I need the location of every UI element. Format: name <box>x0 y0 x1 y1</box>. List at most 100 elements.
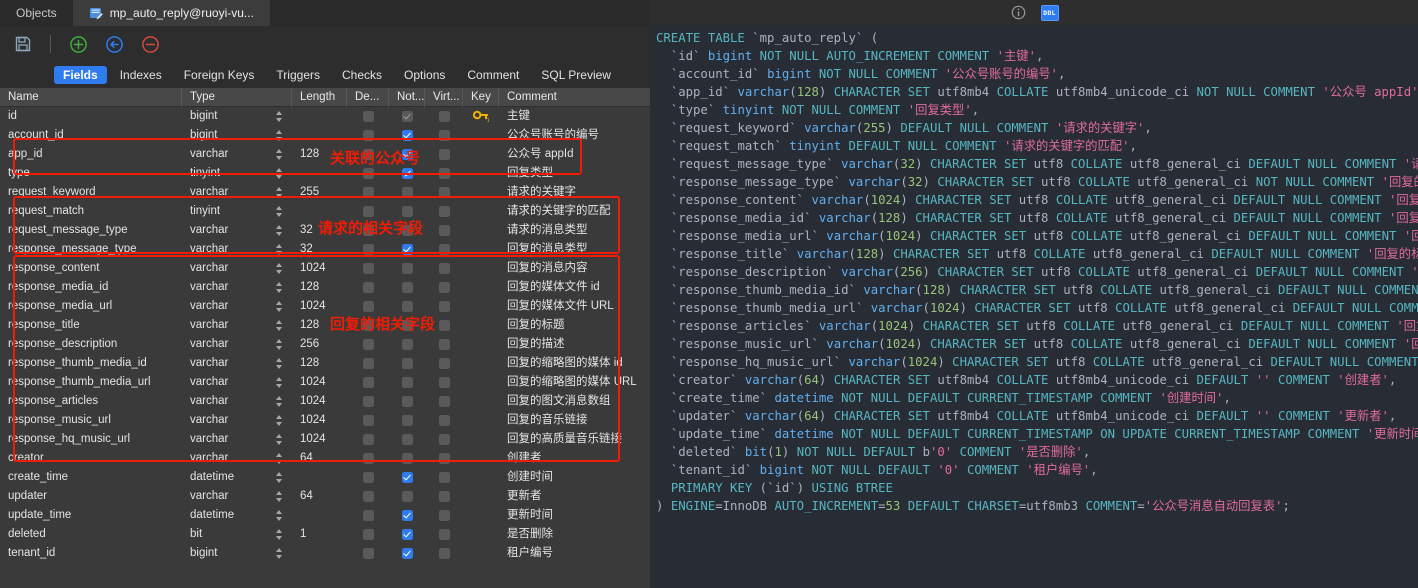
type-spinner-icon[interactable] <box>267 506 292 525</box>
table-row[interactable]: deletedbit1是否删除 <box>0 525 650 544</box>
field-virtual-checkbox[interactable] <box>439 282 450 293</box>
delete-field-button[interactable] <box>139 33 161 55</box>
table-row[interactable]: creatorvarchar64创建者 <box>0 449 650 468</box>
spinner-arrows-icon[interactable] <box>276 357 283 370</box>
field-type-cell[interactable]: varchar <box>182 335 267 354</box>
field-comment-cell[interactable]: 更新时间 <box>499 506 650 525</box>
type-spinner-icon[interactable] <box>267 297 292 316</box>
field-comment-cell[interactable]: 请求的关键字的匹配 <box>499 202 650 221</box>
field-key-cell[interactable] <box>463 259 499 278</box>
field-name-cell[interactable]: response_music_url <box>0 411 182 430</box>
sql-code-block[interactable]: CREATE TABLE `mp_auto_reply` ( `id` bigi… <box>650 25 1418 588</box>
spinner-arrows-icon[interactable] <box>276 186 283 199</box>
field-key-cell[interactable] <box>463 373 499 392</box>
field-type-cell[interactable]: varchar <box>182 183 267 202</box>
spinner-arrows-icon[interactable] <box>276 338 283 351</box>
field-decimals[interactable] <box>347 506 389 525</box>
field-virtual[interactable] <box>425 335 463 354</box>
field-type-cell[interactable]: bigint <box>182 544 267 563</box>
subtab-sql-preview[interactable]: SQL Preview <box>532 66 620 84</box>
field-decimals-checkbox[interactable] <box>363 529 374 540</box>
field-name-cell[interactable]: app_id <box>0 145 182 164</box>
field-virtual-checkbox[interactable] <box>439 377 450 388</box>
field-virtual[interactable] <box>425 297 463 316</box>
table-row[interactable]: response_hq_music_urlvarchar1024回复的高质量音乐… <box>0 430 650 449</box>
field-type-cell[interactable]: varchar <box>182 297 267 316</box>
field-key-cell[interactable] <box>463 468 499 487</box>
field-key-cell[interactable] <box>463 392 499 411</box>
type-spinner-icon[interactable] <box>267 316 292 335</box>
field-type-cell[interactable]: bigint <box>182 126 267 145</box>
field-decimals-checkbox[interactable] <box>363 282 374 293</box>
field-virtual[interactable] <box>425 487 463 506</box>
spinner-arrows-icon[interactable] <box>276 281 283 294</box>
field-notnull[interactable] <box>389 354 425 373</box>
field-comment-cell[interactable]: 回复的图文消息数组 <box>499 392 650 411</box>
field-virtual-checkbox[interactable] <box>439 225 450 236</box>
field-virtual-checkbox[interactable] <box>439 301 450 312</box>
field-virtual-checkbox[interactable] <box>439 130 450 141</box>
info-icon[interactable] <box>1010 4 1027 21</box>
table-row[interactable]: response_titlevarchar128回复的标题 <box>0 316 650 335</box>
field-decimals-checkbox[interactable] <box>363 225 374 236</box>
field-virtual-checkbox[interactable] <box>439 548 450 559</box>
field-virtual-checkbox[interactable] <box>439 168 450 179</box>
field-virtual-checkbox[interactable] <box>439 149 450 160</box>
field-key-cell[interactable] <box>463 430 499 449</box>
table-row[interactable]: response_contentvarchar1024回复的消息内容 <box>0 259 650 278</box>
type-spinner-icon[interactable] <box>267 221 292 240</box>
tab-mp-auto-reply[interactable]: mp_auto_reply@ruoyi-vu... <box>73 0 270 26</box>
type-spinner-icon[interactable] <box>267 544 292 563</box>
field-notnull-checkbox[interactable] <box>402 358 413 369</box>
field-name-cell[interactable]: request_message_type <box>0 221 182 240</box>
field-name-cell[interactable]: updater <box>0 487 182 506</box>
spinner-arrows-icon[interactable] <box>276 262 283 275</box>
field-notnull[interactable] <box>389 487 425 506</box>
field-virtual-checkbox[interactable] <box>439 510 450 521</box>
field-comment-cell[interactable]: 回复的消息类型 <box>499 240 650 259</box>
field-notnull-checkbox[interactable] <box>402 491 413 502</box>
field-virtual-checkbox[interactable] <box>439 358 450 369</box>
field-notnull[interactable] <box>389 525 425 544</box>
field-notnull[interactable] <box>389 335 425 354</box>
type-spinner-icon[interactable] <box>267 430 292 449</box>
table-row[interactable]: typetinyint回复类型 <box>0 164 650 183</box>
field-notnull-checkbox[interactable] <box>402 510 413 521</box>
type-spinner-icon[interactable] <box>267 373 292 392</box>
field-key-cell[interactable] <box>463 316 499 335</box>
field-decimals-checkbox[interactable] <box>363 244 374 255</box>
table-row[interactable]: response_articlesvarchar1024回复的图文消息数组 <box>0 392 650 411</box>
field-decimals-checkbox[interactable] <box>363 111 374 122</box>
field-key-cell[interactable] <box>463 164 499 183</box>
field-notnull-checkbox[interactable] <box>402 168 413 179</box>
field-notnull-checkbox[interactable] <box>402 377 413 388</box>
field-virtual[interactable] <box>425 126 463 145</box>
type-spinner-icon[interactable] <box>267 411 292 430</box>
field-name-cell[interactable]: account_id <box>0 126 182 145</box>
field-key-cell[interactable] <box>463 221 499 240</box>
field-length-cell[interactable]: 1024 <box>292 373 347 392</box>
field-decimals[interactable] <box>347 411 389 430</box>
field-name-cell[interactable]: response_thumb_media_id <box>0 354 182 373</box>
field-comment-cell[interactable]: 更新者 <box>499 487 650 506</box>
field-comment-cell[interactable]: 公众号 appId <box>499 145 650 164</box>
field-virtual-checkbox[interactable] <box>439 263 450 274</box>
field-virtual-checkbox[interactable] <box>439 396 450 407</box>
table-row[interactable]: request_keywordvarchar255请求的关键字 <box>0 183 650 202</box>
field-decimals[interactable] <box>347 145 389 164</box>
spinner-arrows-icon[interactable] <box>276 224 283 237</box>
field-virtual[interactable] <box>425 278 463 297</box>
field-name-cell[interactable]: deleted <box>0 525 182 544</box>
field-notnull[interactable] <box>389 164 425 183</box>
field-notnull-checkbox[interactable] <box>402 529 413 540</box>
table-row[interactable]: account_idbigint公众号账号的编号 <box>0 126 650 145</box>
field-decimals[interactable] <box>347 544 389 563</box>
field-decimals[interactable] <box>347 126 389 145</box>
field-length-cell[interactable] <box>292 126 347 145</box>
field-length-cell[interactable] <box>292 164 347 183</box>
field-comment-cell[interactable]: 租户编号 <box>499 544 650 563</box>
field-virtual[interactable] <box>425 506 463 525</box>
type-spinner-icon[interactable] <box>267 278 292 297</box>
field-virtual[interactable] <box>425 183 463 202</box>
table-row[interactable]: response_media_idvarchar128回复的媒体文件 id <box>0 278 650 297</box>
